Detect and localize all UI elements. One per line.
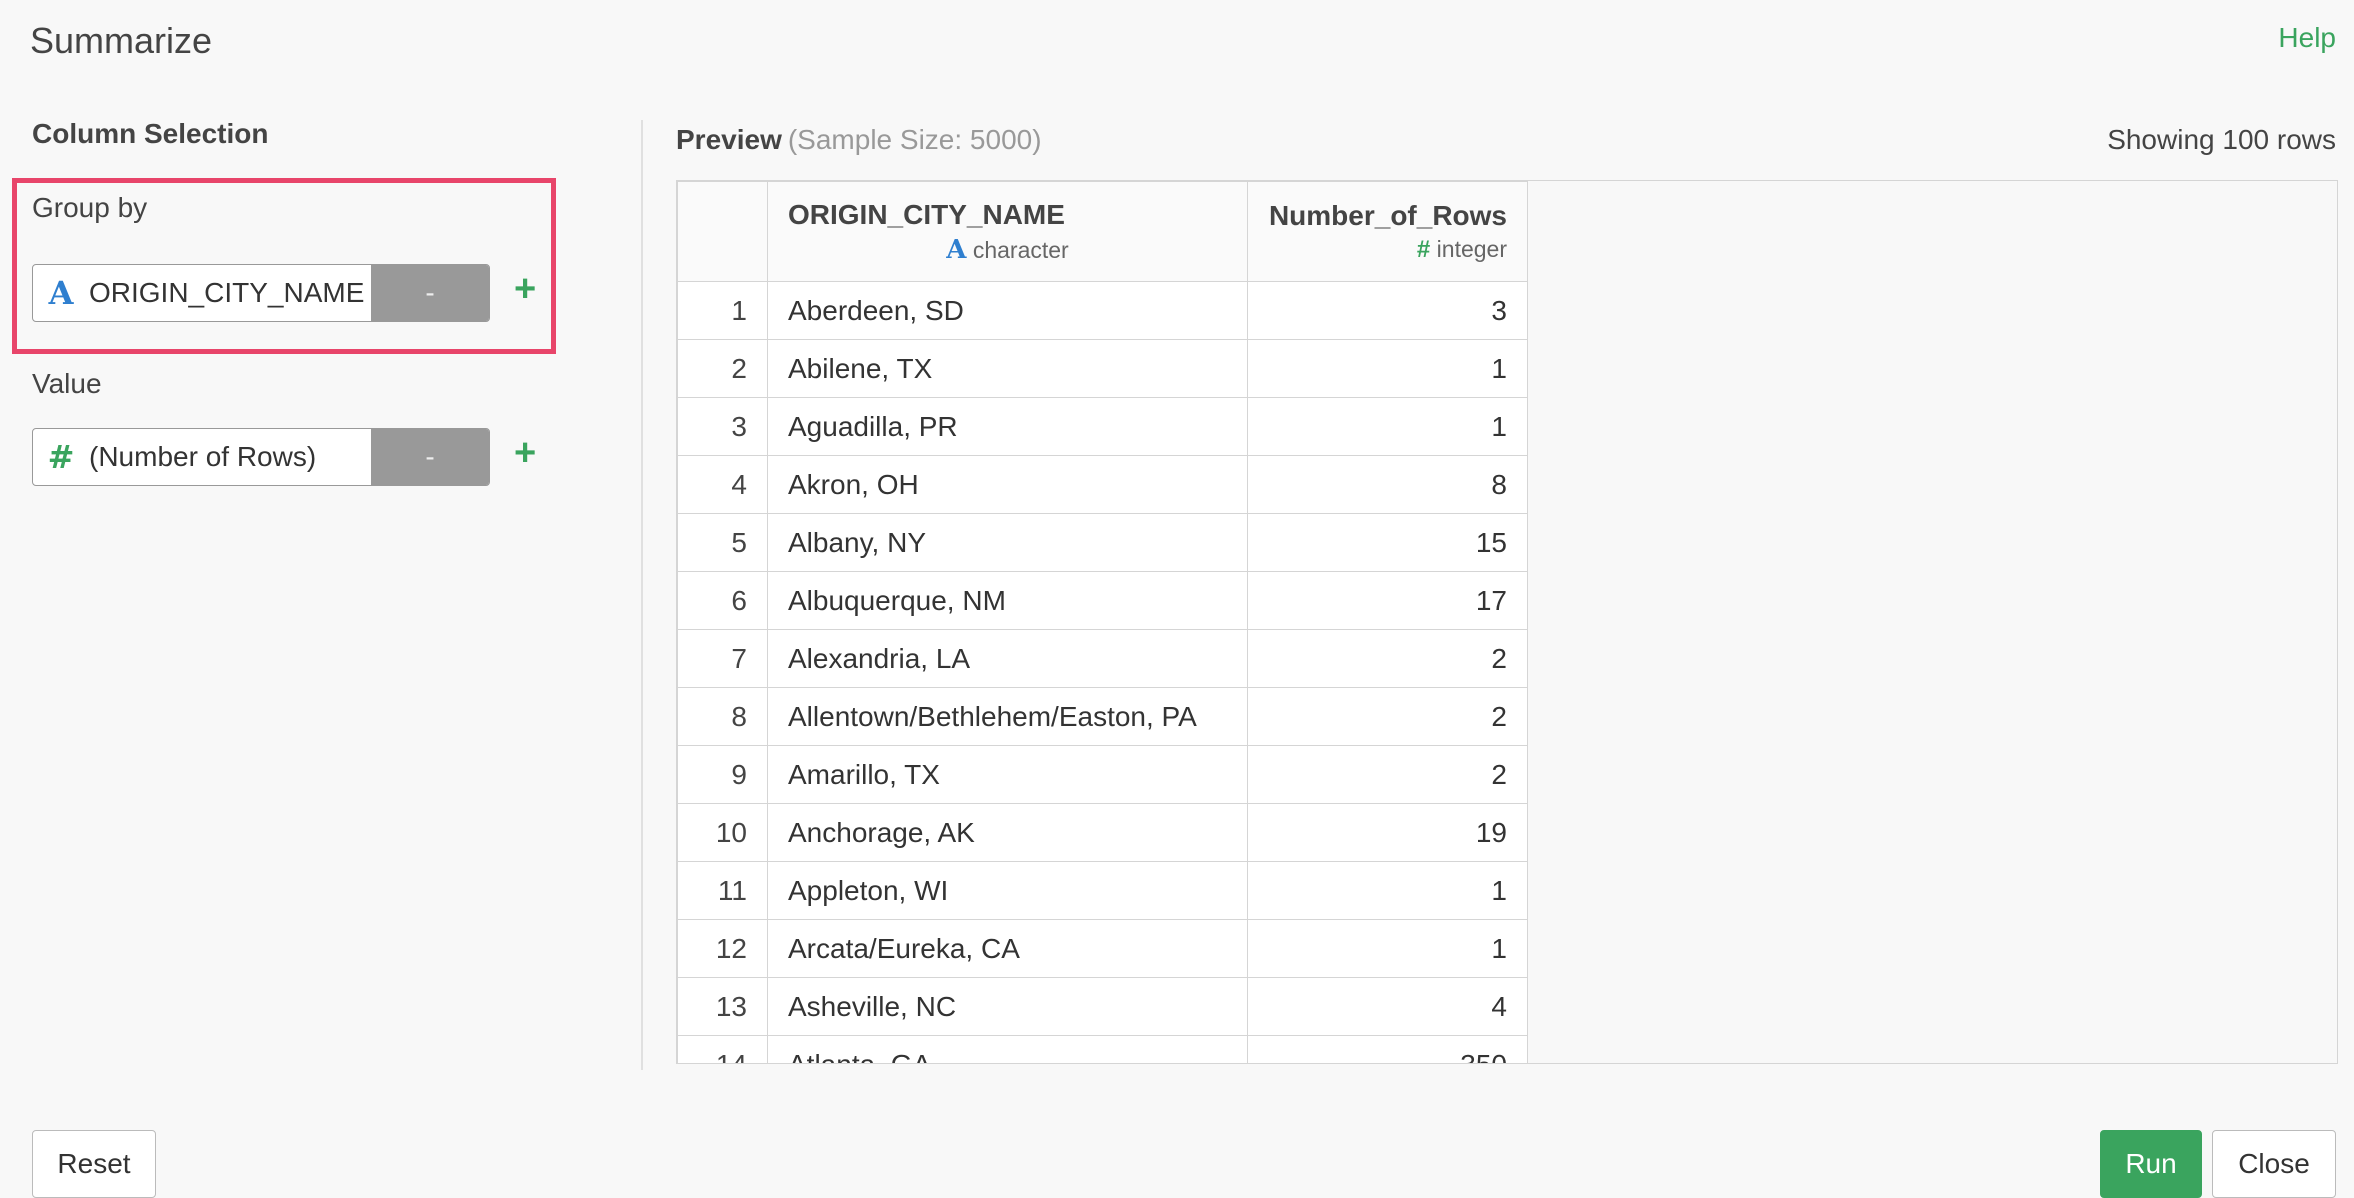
remove-value-button[interactable]: - (371, 429, 489, 485)
column-header-number-of-rows[interactable]: Number_of_Rows # integer (1247, 181, 1528, 282)
table-row: 13 Asheville, NC 4 (677, 977, 1528, 1036)
city-cell: Akron, OH (767, 455, 1248, 514)
row-index-cell: 9 (677, 745, 768, 804)
run-button[interactable]: Run (2100, 1130, 2202, 1198)
dialog-title: Summarize (30, 20, 213, 61)
count-cell: 19 (1247, 803, 1528, 862)
column-selection-panel: Column Selection Group by A ORIGIN_CITY_… (12, 118, 592, 486)
table-row: 10 Anchorage, AK 19 (677, 803, 1528, 862)
count-cell: 17 (1247, 571, 1528, 630)
count-cell: 350 (1247, 1035, 1528, 1063)
group-by-column-name[interactable]: ORIGIN_CITY_NAME (89, 277, 371, 309)
close-button[interactable]: Close (2212, 1130, 2336, 1198)
city-cell: Asheville, NC (767, 977, 1248, 1036)
table-header-row: ORIGIN_CITY_NAME A character Number_of_R… (677, 181, 1528, 282)
count-cell: 1 (1247, 397, 1528, 456)
count-cell: 15 (1247, 513, 1528, 572)
table-row: 14 Atlanta, GA 350 (677, 1035, 1528, 1063)
row-index-cell: 8 (677, 687, 768, 746)
column-selection-title: Column Selection (32, 118, 269, 149)
table-row: 3 Aguadilla, PR 1 (677, 397, 1528, 456)
character-type-icon: A (48, 274, 74, 312)
number-type-icon: # (1416, 235, 1431, 263)
remove-group-by-button[interactable]: - (371, 265, 489, 321)
preview-title: Preview (676, 124, 782, 155)
city-cell: Alexandria, LA (767, 629, 1248, 688)
city-cell: Arcata/Eureka, CA (767, 919, 1248, 978)
value-label: Value (32, 368, 102, 399)
count-cell: 4 (1247, 977, 1528, 1036)
table-row: 5 Albany, NY 15 (677, 513, 1528, 572)
column-type-label: integer (1436, 235, 1507, 262)
row-index-cell: 11 (677, 861, 768, 920)
count-cell: 2 (1247, 687, 1528, 746)
table-row: 4 Akron, OH 8 (677, 455, 1528, 514)
row-index-cell: 4 (677, 455, 768, 514)
row-index-cell: 3 (677, 397, 768, 456)
table-body: 1 Aberdeen, SD 3 2 Abilene, TX 1 3 Aguadilla, P… (677, 281, 1528, 1063)
table-row: 12 Arcata/Eureka, CA 1 (677, 919, 1528, 978)
column-header-name: ORIGIN_CITY_NAME (788, 198, 1065, 230)
column-header-name: Number_of_Rows (1268, 199, 1507, 231)
group-by-label: Group by (32, 192, 148, 223)
reset-button[interactable]: Reset (32, 1130, 156, 1198)
number-type-icon: # (47, 438, 75, 476)
count-cell: 2 (1247, 745, 1528, 804)
row-index-cell: 12 (677, 919, 768, 978)
count-cell: 8 (1247, 455, 1528, 514)
city-cell: Albuquerque, NM (767, 571, 1248, 630)
count-cell: 1 (1247, 919, 1528, 978)
preview-table-container[interactable]: ORIGIN_CITY_NAME A character Number_of_R… (676, 180, 2338, 1064)
count-cell: 1 (1247, 339, 1528, 398)
count-cell: 2 (1247, 629, 1528, 688)
preview-table: ORIGIN_CITY_NAME A character Number_of_R… (677, 181, 1528, 1063)
city-cell: Anchorage, AK (767, 803, 1248, 862)
city-cell: Atlanta, GA (767, 1035, 1248, 1063)
table-row: 7 Alexandria, LA 2 (677, 629, 1528, 688)
row-index-cell: 6 (677, 571, 768, 630)
city-cell: Allentown/Bethlehem/Easton, PA (767, 687, 1248, 746)
table-row: 9 Amarillo, TX 2 (677, 745, 1528, 804)
add-group-by-button[interactable]: + (514, 268, 536, 311)
row-index-cell: 10 (677, 803, 768, 862)
table-row: 11 Appleton, WI 1 (677, 861, 1528, 920)
value-field[interactable]: # (Number of Rows) - (32, 428, 490, 486)
value-column-name[interactable]: (Number of Rows) (89, 441, 371, 473)
sample-size-label: (Sample Size: 5000) (787, 124, 1042, 155)
table-row: 6 Albuquerque, NM 17 (677, 571, 1528, 630)
column-header-origin-city[interactable]: ORIGIN_CITY_NAME A character (767, 181, 1248, 282)
help-link[interactable]: Help (2278, 22, 2336, 54)
table-row: 1 Aberdeen, SD 3 (677, 281, 1528, 340)
character-type-icon: A (946, 234, 967, 265)
row-index-cell: 13 (677, 977, 768, 1036)
count-cell: 3 (1247, 281, 1528, 340)
row-index-cell: 14 (677, 1035, 768, 1063)
city-cell: Aguadilla, PR (767, 397, 1248, 456)
table-row: 8 Allentown/Bethlehem/Easton, PA 2 (677, 687, 1528, 746)
count-cell: 1 (1247, 861, 1528, 920)
group-by-field[interactable]: A ORIGIN_CITY_NAME - (32, 264, 490, 322)
row-index-cell: 1 (677, 281, 768, 340)
row-index-cell: 2 (677, 339, 768, 398)
preview-header: Preview (Sample Size: 5000) (676, 124, 1042, 156)
table-row: 2 Abilene, TX 1 (677, 339, 1528, 398)
city-cell: Amarillo, TX (767, 745, 1248, 804)
row-index-cell: 5 (677, 513, 768, 572)
city-cell: Albany, NY (767, 513, 1248, 572)
panel-divider (641, 120, 643, 1070)
row-index-cell: 7 (677, 629, 768, 688)
city-cell: Aberdeen, SD (767, 281, 1248, 340)
city-cell: Abilene, TX (767, 339, 1248, 398)
showing-rows-label: Showing 100 rows (2107, 124, 2336, 155)
add-value-button[interactable]: + (514, 432, 536, 475)
row-index-header (677, 181, 768, 282)
column-type-label: character (972, 236, 1069, 263)
city-cell: Appleton, WI (767, 861, 1248, 920)
